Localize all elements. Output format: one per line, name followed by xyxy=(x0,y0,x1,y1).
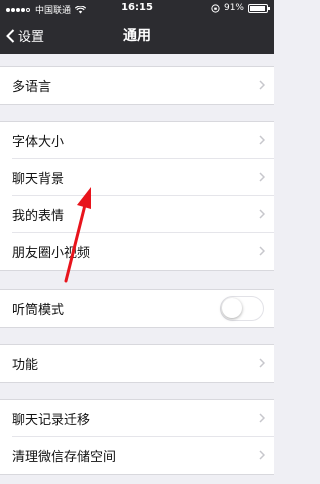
row-earpiece-mode[interactable]: 听筒模式 xyxy=(0,289,274,328)
rotation-lock-icon xyxy=(211,3,220,13)
page-title: 通用 xyxy=(123,28,151,44)
chevron-right-icon xyxy=(259,450,265,460)
row-my-stickers[interactable]: 我的表情 xyxy=(0,196,274,233)
row-multi-language[interactable]: 多语言 xyxy=(0,66,274,105)
row-label: 聊天记录迁移 xyxy=(12,413,91,428)
navigation-bar: 设置 通用 xyxy=(0,17,274,54)
row-label: 清理微信存储空间 xyxy=(12,450,117,465)
row-manage-storage[interactable]: 清理微信存储空间 xyxy=(0,437,274,475)
chevron-right-icon xyxy=(259,246,265,256)
row-label: 聊天背景 xyxy=(12,172,65,187)
chevron-right-icon xyxy=(259,80,265,90)
row-chat-background[interactable]: 聊天背景 xyxy=(0,159,274,196)
row-features[interactable]: 功能 xyxy=(0,344,274,383)
row-font-size[interactable]: 字体大小 xyxy=(0,121,274,159)
status-right: 91% xyxy=(211,3,270,13)
row-label: 功能 xyxy=(12,358,39,373)
chevron-right-icon xyxy=(259,413,265,423)
row-label: 多语言 xyxy=(12,80,52,95)
chevron-right-icon xyxy=(259,358,265,368)
earpiece-mode-toggle[interactable] xyxy=(220,296,264,321)
row-label: 朋友圈小视频 xyxy=(12,246,91,261)
row-chat-history-migration[interactable]: 聊天记录迁移 xyxy=(0,399,274,437)
battery-percent: 91% xyxy=(223,3,244,13)
chevron-right-icon xyxy=(259,172,265,182)
chevron-right-icon xyxy=(259,209,265,219)
annotation-arrow-icon xyxy=(64,187,91,283)
toggle-knob xyxy=(222,298,242,318)
battery-icon xyxy=(248,3,270,13)
row-label: 我的表情 xyxy=(12,209,65,224)
row-moments-video[interactable]: 朋友圈小视频 xyxy=(0,233,274,271)
row-label: 字体大小 xyxy=(12,135,65,150)
status-bar: 中国联通 16:15 91% xyxy=(0,0,274,17)
chevron-right-icon xyxy=(259,135,265,145)
